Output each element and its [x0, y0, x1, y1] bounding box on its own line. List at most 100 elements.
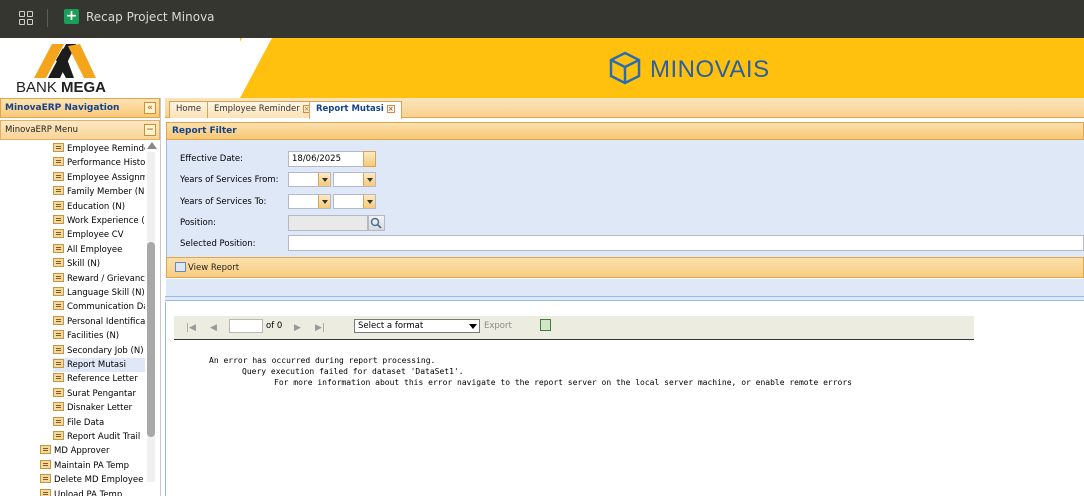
- document-title[interactable]: Recap Project Minova: [86, 10, 215, 24]
- sidebar-item[interactable]: Employee Reminder: [53, 142, 145, 156]
- sidebar-item[interactable]: Communication Data: [53, 300, 145, 314]
- page-count: of 0: [266, 321, 283, 331]
- sidebar-item[interactable]: Skill (N): [53, 257, 145, 271]
- sidebar-item[interactable]: Language Skill (N): [53, 286, 145, 300]
- sidebar-item[interactable]: Delete MD Employee: [40, 473, 145, 487]
- chevron-down-icon[interactable]: [363, 195, 375, 208]
- effective-date-field[interactable]: 18/06/2025: [288, 151, 376, 167]
- sidebar-item-label: Performance History: [67, 158, 145, 169]
- report-filter-panel: Effective Date: 18/06/2025 Years of Serv…: [166, 140, 1084, 257]
- sidebar-item[interactable]: Upload PA Temp: [40, 488, 145, 496]
- years-to-year-select[interactable]: [288, 194, 331, 209]
- years-to-month-select[interactable]: [333, 194, 376, 209]
- tab-employee-reminder[interactable]: Employee Reminder ×: [207, 101, 318, 118]
- sidebar-item-label: Employee CV: [67, 230, 124, 241]
- selected-position-label: Selected Position:: [180, 239, 256, 249]
- sidebar-item[interactable]: Report Audit Trail: [53, 430, 145, 444]
- scroll-up-icon[interactable]: [147, 142, 157, 149]
- sidebar-item[interactable]: Work Experience (N): [53, 214, 145, 228]
- menu-item-icon: [53, 200, 64, 210]
- years-from-year-select[interactable]: [288, 172, 331, 187]
- calendar-icon[interactable]: [363, 151, 376, 167]
- sidebar-item[interactable]: Maintain PA Temp: [40, 459, 145, 473]
- menu-item-icon: [40, 459, 51, 469]
- view-report-button[interactable]: View Report: [175, 262, 239, 273]
- sidebar-item-label: Report Audit Trail: [67, 432, 141, 442]
- page-number-input[interactable]: [229, 319, 263, 333]
- sidebar-item[interactable]: Facilities (N): [53, 329, 145, 343]
- chevron-down-icon[interactable]: [363, 173, 375, 186]
- sidebar-item[interactable]: Disnaker Letter: [53, 401, 145, 415]
- close-icon[interactable]: ×: [386, 105, 395, 113]
- error-message: An error has occurred during report proc…: [209, 356, 436, 365]
- menu-item-icon: [53, 272, 64, 282]
- tab-report-mutasi[interactable]: Report Mutasi ×: [309, 101, 402, 119]
- export-link[interactable]: Export: [484, 321, 512, 331]
- sidebar-item[interactable]: Employee CV: [53, 228, 145, 242]
- sidebar-item-label: Communication Data: [67, 302, 145, 313]
- position-field[interactable]: [288, 215, 368, 231]
- refresh-icon[interactable]: [540, 319, 551, 331]
- sidebar-item[interactable]: Education (N): [53, 200, 145, 214]
- next-page-icon[interactable]: ▶: [294, 323, 301, 333]
- menu-header[interactable]: MinovaERP Menu −: [0, 120, 160, 140]
- sidebar-item-label: Skill (N): [67, 259, 101, 270]
- bank-mega-logo-icon: [34, 44, 96, 78]
- menu-item-icon: [53, 243, 64, 253]
- menu-item-icon: [53, 287, 64, 296]
- prev-page-icon[interactable]: ◀: [210, 323, 217, 333]
- selected-position-field[interactable]: [288, 235, 1084, 251]
- sidebar-item-label: Reference Letter: [67, 374, 138, 385]
- splitter[interactable]: [165, 296, 1084, 301]
- sidebar-item-label: Upload PA Temp: [54, 489, 123, 496]
- report-viewer: |◀ ◀ of 0 ▶ ▶| Select a format Export An…: [165, 302, 1084, 496]
- chevron-down-icon: [469, 324, 477, 329]
- sidebar-item[interactable]: Reference Letter: [53, 372, 145, 386]
- menu-item-icon: [53, 143, 64, 152]
- sidebar-item-label: Disnaker Letter: [67, 403, 133, 414]
- sidebar-item-label: Maintain PA Temp: [54, 460, 130, 471]
- navigation-header: MinovaERP Navigation «: [0, 98, 160, 118]
- sidebar-item[interactable]: Personal Identification: [53, 315, 145, 329]
- collapse-left-icon[interactable]: «: [144, 102, 156, 114]
- sidebar-item[interactable]: Reward / Grievance: [53, 272, 145, 286]
- sidebar-item-label: All Employee: [67, 244, 123, 255]
- sidebar-item-label: Language Skill (N): [67, 288, 145, 298]
- sidebar-item[interactable]: Report Mutasi: [53, 358, 145, 372]
- export-format-select[interactable]: Select a format: [354, 319, 480, 333]
- menu-item-icon: [53, 186, 64, 196]
- chevron-down-icon[interactable]: [318, 195, 330, 208]
- report-filter-header: Report Filter: [166, 122, 1084, 140]
- sidebar-item[interactable]: Family Member (N): [53, 185, 145, 199]
- navigation-title: MinovaERP Navigation: [5, 103, 120, 113]
- sidebar-item[interactable]: Surat Pengantar: [53, 387, 145, 401]
- collapse-minus-icon[interactable]: −: [144, 124, 156, 136]
- sidebar-item-label: Reward / Grievance: [67, 273, 145, 284]
- error-detail: Query execution failed for dataset 'Data…: [242, 367, 464, 376]
- menu-item-icon: [53, 215, 64, 224]
- first-page-icon[interactable]: |◀: [186, 323, 196, 333]
- sidebar-item[interactable]: Employee Assignment: [53, 171, 145, 185]
- sidebar-item-label: Employee Reminder: [67, 144, 145, 154]
- tab-home[interactable]: Home: [169, 101, 209, 118]
- sidebar-item[interactable]: MD Approver: [40, 444, 145, 458]
- divider: [47, 9, 48, 27]
- chevron-down-icon[interactable]: [318, 173, 330, 186]
- sidebar-item[interactable]: File Data: [53, 416, 145, 430]
- effective-date-label: Effective Date:: [180, 154, 243, 164]
- menu-scrollbar[interactable]: [147, 142, 157, 492]
- sidebar-item[interactable]: Performance History: [53, 156, 145, 170]
- sidebar-item[interactable]: Secondary Job (N): [53, 344, 145, 358]
- menu-item-icon: [53, 359, 64, 368]
- bank-name: BANK MEGA: [16, 79, 107, 96]
- years-from-month-select[interactable]: [333, 172, 376, 187]
- grid-icon[interactable]: [19, 11, 34, 26]
- scroll-thumb[interactable]: [147, 242, 155, 437]
- sidebar-item[interactable]: All Employee: [53, 243, 145, 257]
- report-icon: [175, 262, 186, 272]
- sidebar-item-label: Employee Assignment: [67, 172, 145, 183]
- last-page-icon[interactable]: ▶|: [315, 323, 325, 333]
- product-name: MINOVAIS: [650, 56, 770, 83]
- search-icon[interactable]: [368, 215, 385, 231]
- menu-item-icon: [53, 402, 64, 412]
